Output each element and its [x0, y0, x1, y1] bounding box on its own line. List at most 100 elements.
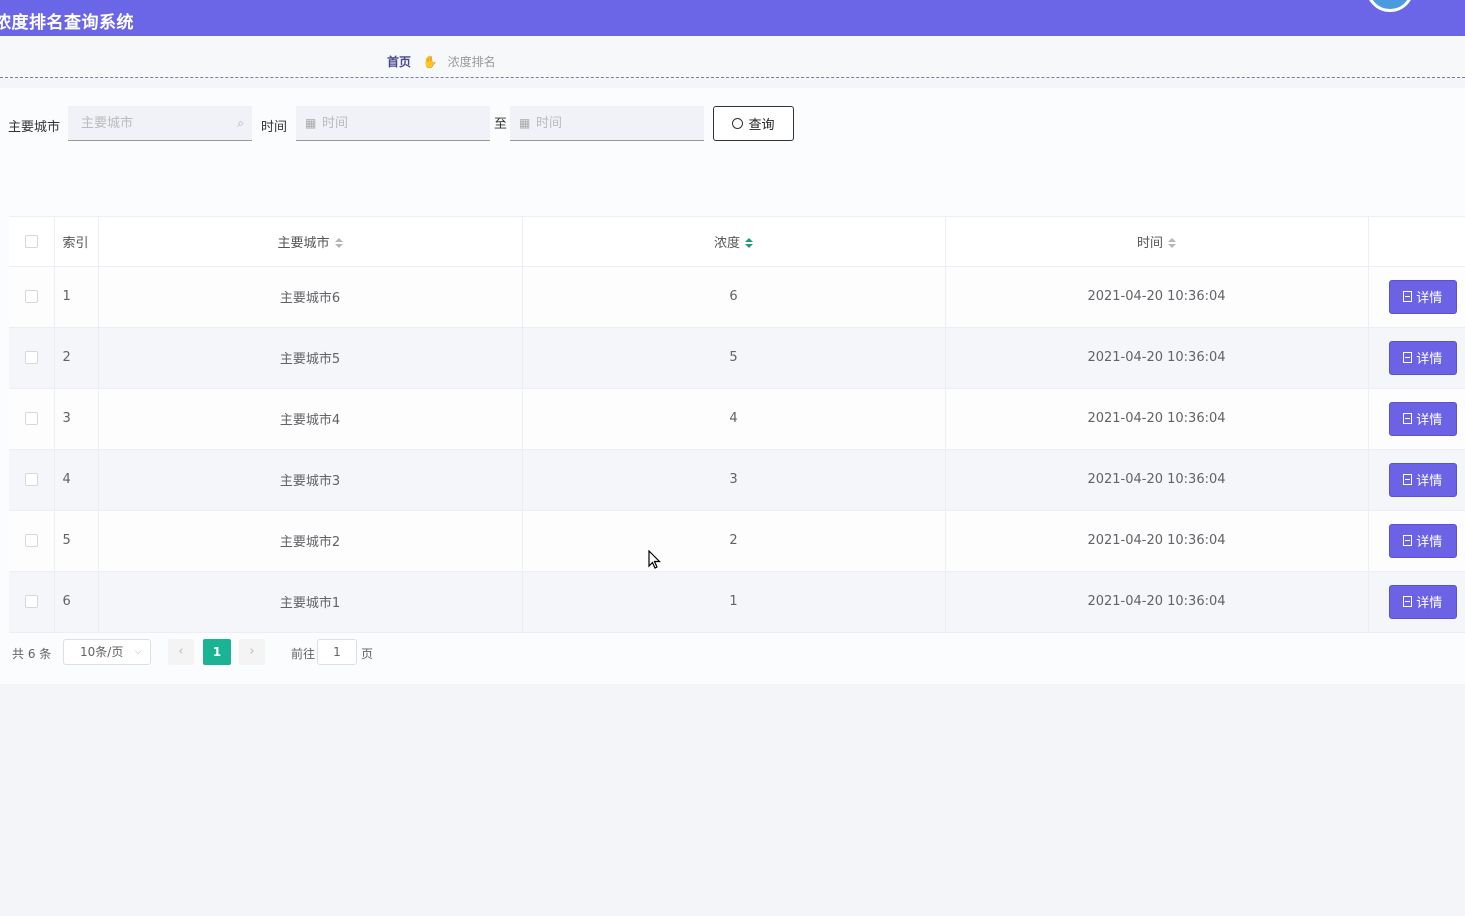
end-time-input[interactable]	[510, 106, 704, 140]
table-row: 2 主要城市5 5 2021-04-20 10:36:04 详情	[9, 327, 1465, 389]
cell-time: 2021-04-20 10:36:04	[945, 327, 1369, 389]
detail-button[interactable]: 详情	[1388, 279, 1457, 314]
select-all-checkbox[interactable]	[24, 234, 38, 248]
cell-time: 2021-04-20 10:36:04	[945, 388, 1369, 450]
search-icon	[732, 118, 744, 129]
cell-concentration: 1	[522, 571, 946, 633]
page-size-select[interactable]: 10条/页 ⌵	[63, 639, 151, 665]
column-header-city-label: 主要城市	[277, 235, 330, 251]
detail-button-label: 详情	[1416, 413, 1443, 428]
chevron-down-icon: ⌵	[134, 646, 142, 657]
cell-actions: 详情	[1368, 449, 1465, 511]
cell-time: 2021-04-20 10:36:04	[945, 510, 1369, 572]
goto-page-input[interactable]: 1	[317, 639, 357, 665]
cell-actions: 详情	[1368, 571, 1465, 633]
row-check-cell	[9, 449, 55, 511]
search-icon: ⌕	[237, 116, 244, 130]
detail-button[interactable]: 详情	[1388, 340, 1457, 375]
cell-actions: 详情	[1368, 388, 1465, 450]
column-header-concentration[interactable]: 浓度	[522, 217, 946, 267]
select-all-cell	[9, 217, 55, 267]
city-label: 主要城市	[8, 120, 61, 135]
start-time-field[interactable]: ▦	[296, 106, 490, 141]
breadcrumb: 首页 ✋ 浓度排名	[387, 53, 496, 70]
cell-concentration: 5	[522, 327, 946, 389]
user-avatar[interactable]	[1366, 0, 1414, 12]
column-header-actions	[1368, 217, 1465, 267]
row-checkbox[interactable]	[24, 534, 38, 547]
cell-concentration: 2	[522, 510, 946, 572]
cell-city: 主要城市5	[98, 327, 523, 389]
table-row: 1 主要城市6 6 2021-04-20 10:36:04 详情	[9, 266, 1465, 328]
cell-time: 2021-04-20 10:36:04	[945, 449, 1369, 511]
table-header-row: 索引 主要城市 浓度 时间	[9, 217, 1465, 267]
detail-button[interactable]: 详情	[1388, 401, 1457, 436]
cell-index: 3	[54, 388, 99, 450]
detail-button-label: 详情	[1416, 352, 1443, 367]
column-header-time-label: 时间	[1136, 235, 1163, 251]
sort-icon[interactable]	[1168, 237, 1176, 249]
cell-actions: 详情	[1368, 510, 1465, 572]
column-header-time[interactable]: 时间	[945, 217, 1369, 267]
cell-city: 主要城市3	[98, 449, 523, 511]
cell-concentration: 4	[522, 388, 946, 450]
cell-concentration: 6	[522, 266, 946, 328]
document-icon	[1403, 291, 1413, 302]
document-icon	[1403, 352, 1413, 363]
page-number-current[interactable]: 1	[203, 639, 231, 665]
table-row: 4 主要城市3 3 2021-04-20 10:36:04 详情	[9, 449, 1465, 511]
detail-button-label: 详情	[1416, 474, 1443, 489]
row-checkbox[interactable]	[24, 412, 38, 425]
detail-button-label: 详情	[1416, 596, 1443, 611]
cell-actions: 详情	[1368, 266, 1465, 328]
query-button[interactable]: 查询	[713, 106, 794, 141]
ranking-table: 索引 主要城市 浓度 时间 1 主要城市6 6 2021-04-20 10:36…	[9, 216, 1465, 633]
sort-icon[interactable]	[334, 237, 343, 249]
city-input[interactable]	[68, 106, 252, 140]
column-header-concentration-label: 浓度	[713, 235, 740, 251]
document-icon	[1403, 413, 1413, 424]
document-icon	[1403, 535, 1413, 546]
cell-city: 主要城市1	[98, 571, 523, 633]
page-suffix: 页	[361, 647, 374, 661]
cell-actions: 详情	[1368, 327, 1465, 389]
breadcrumb-bar: 首页 ✋ 浓度排名	[0, 36, 1465, 78]
calendar-icon: ▦	[519, 116, 531, 130]
cell-index: 5	[54, 510, 99, 572]
city-field[interactable]: ⌕	[68, 106, 252, 141]
end-time-field[interactable]: ▦	[510, 106, 704, 141]
document-icon	[1403, 474, 1413, 485]
cell-index: 6	[54, 571, 99, 633]
detail-button[interactable]: 详情	[1388, 462, 1457, 497]
sort-icon[interactable]	[745, 237, 753, 249]
row-check-cell	[9, 571, 55, 633]
goto-label: 前往	[291, 647, 316, 661]
main-content: 主要城市 ⌕ 时间 ▦ 至 ▦ 查询 索引 主要城市 浓度	[0, 88, 1465, 684]
detail-button-label: 详情	[1416, 535, 1443, 550]
hand-pointer-icon: ✋	[422, 55, 438, 69]
prev-page-button[interactable]: ‹	[168, 639, 194, 665]
detail-button[interactable]: 详情	[1388, 523, 1457, 558]
calendar-icon: ▦	[305, 116, 317, 130]
cell-concentration: 3	[522, 449, 946, 511]
detail-button-label: 详情	[1416, 291, 1443, 306]
table-row: 6 主要城市1 1 2021-04-20 10:36:04 详情	[9, 571, 1465, 633]
top-header: 浓度排名查询系统	[0, 0, 1465, 36]
query-button-label: 查询	[748, 117, 775, 132]
cell-city: 主要城市2	[98, 510, 523, 572]
column-header-city[interactable]: 主要城市	[98, 217, 523, 267]
row-check-cell	[9, 266, 55, 328]
start-time-input[interactable]	[296, 106, 490, 140]
pagination-total: 共 6 条	[12, 647, 52, 661]
next-page-button[interactable]: ›	[239, 639, 265, 665]
time-label: 时间	[261, 120, 288, 135]
row-checkbox[interactable]	[24, 290, 38, 303]
column-header-index: 索引	[54, 217, 99, 267]
detail-button[interactable]: 详情	[1388, 584, 1457, 619]
cell-index: 2	[54, 327, 99, 389]
table-row: 3 主要城市4 4 2021-04-20 10:36:04 详情	[9, 388, 1465, 450]
row-checkbox[interactable]	[24, 595, 38, 608]
breadcrumb-home[interactable]: 首页	[387, 55, 411, 69]
row-checkbox[interactable]	[24, 351, 38, 364]
row-checkbox[interactable]	[24, 473, 38, 486]
